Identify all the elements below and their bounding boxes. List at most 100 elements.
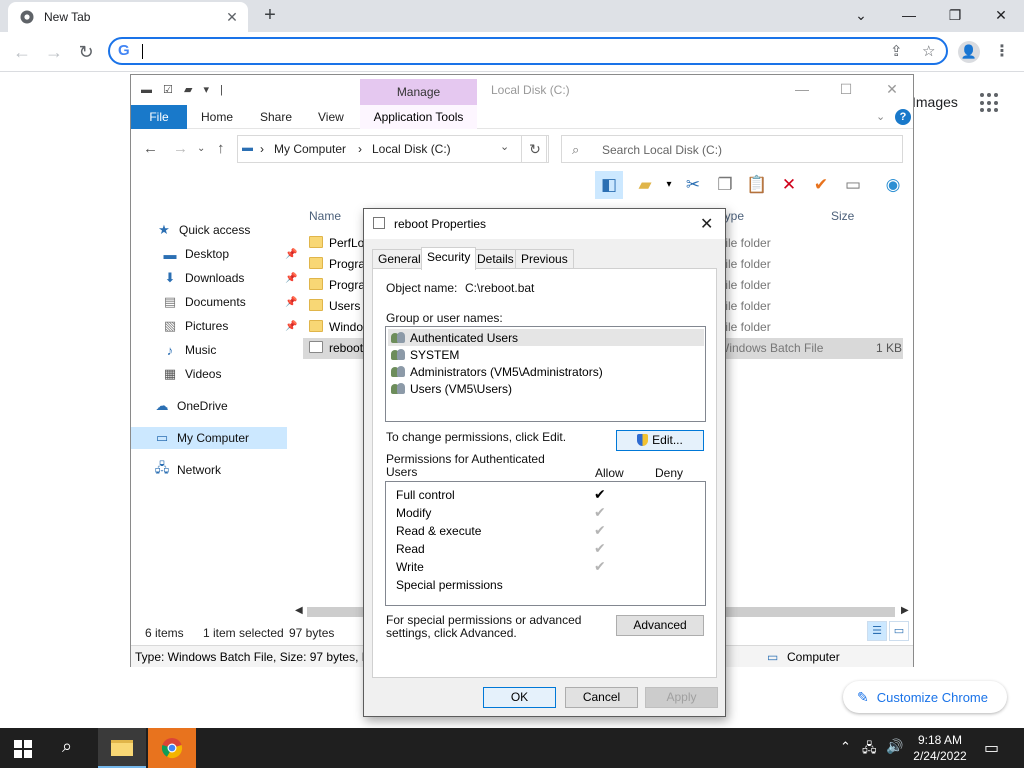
- cut-icon[interactable]: ✂: [679, 171, 707, 199]
- back-icon[interactable]: ←: [10, 40, 34, 64]
- explorer-address-bar[interactable]: ▬ › My Computer › Local Disk (C:) ⌄: [237, 135, 547, 163]
- forward-icon[interactable]: →: [42, 40, 66, 64]
- address-dropdown-icon[interactable]: ⌄: [500, 140, 509, 153]
- search-icon[interactable]: ⌕: [62, 736, 72, 757]
- address-sep-2[interactable]: ›: [358, 142, 362, 156]
- star-icon[interactable]: ☆: [922, 42, 935, 60]
- advanced-button[interactable]: Advanced: [616, 615, 704, 636]
- application-tools-tab[interactable]: Application Tools: [360, 105, 477, 129]
- properties-icon[interactable]: ▭: [839, 171, 867, 199]
- nav-downloads[interactable]: ⬇ Downloads 📌: [161, 267, 298, 289]
- up-icon[interactable]: ↑: [217, 140, 225, 157]
- help-icon[interactable]: ?: [895, 109, 911, 125]
- apps-grid-icon[interactable]: [980, 93, 1000, 113]
- chevron-up-icon[interactable]: ⌃: [840, 739, 851, 755]
- view-tab[interactable]: View: [318, 110, 344, 124]
- details-computer: Computer: [787, 650, 840, 664]
- nav-documents[interactable]: ▤ Documents 📌: [161, 291, 298, 313]
- clock[interactable]: 9:18 AM 2/24/2022: [910, 732, 970, 764]
- quick-access-toolbar[interactable]: ▬ ☑ ▰ ▾ |: [141, 83, 227, 96]
- tab-close-icon[interactable]: ✕: [222, 9, 242, 26]
- user-row-selected[interactable]: Authenticated Users: [388, 329, 704, 346]
- nav-music[interactable]: ♪ Music: [161, 339, 217, 361]
- google-icon: G: [118, 42, 130, 59]
- tab-security[interactable]: Security: [421, 247, 477, 270]
- dialog-close-icon[interactable]: ✕: [700, 214, 713, 234]
- user-row[interactable]: Users (VM5\Users): [388, 380, 704, 397]
- share-tab[interactable]: Share: [260, 110, 292, 124]
- scroll-left-icon[interactable]: ◀: [295, 605, 303, 616]
- edit-button[interactable]: Edit...: [616, 430, 704, 451]
- tab-previous-versions[interactable]: Previous Versions: [515, 249, 574, 280]
- manage-tab[interactable]: Manage: [360, 79, 477, 105]
- refresh-button[interactable]: ↻: [521, 135, 549, 163]
- tab-search-icon[interactable]: ⌄: [846, 4, 876, 26]
- explorer-search-input[interactable]: ⌕ Search Local Disk (C:): [561, 135, 903, 163]
- pin-icon[interactable]: 📌: [285, 249, 297, 260]
- nav-onedrive[interactable]: ☁ OneDrive: [153, 395, 228, 417]
- pictures-icon: ▧: [163, 318, 177, 333]
- explorer-minimize-button[interactable]: —: [787, 81, 817, 97]
- user-row[interactable]: SYSTEM: [388, 346, 704, 363]
- tab-new-tab[interactable]: New Tab ✕: [8, 2, 248, 32]
- explorer-close-button[interactable]: ✕: [877, 81, 907, 98]
- nav-desktop[interactable]: ▬ Desktop 📌: [161, 243, 298, 265]
- window-minimize-button[interactable]: —: [894, 4, 924, 26]
- user-list[interactable]: Authenticated Users SYSTEM Administrator…: [385, 326, 706, 422]
- explorer-forward-icon[interactable]: →: [173, 140, 188, 157]
- network-icon[interactable]: 🖧: [862, 739, 877, 761]
- file-explorer-icon[interactable]: [98, 728, 146, 768]
- share-icon[interactable]: ⇪: [890, 42, 903, 60]
- details-view-icon[interactable]: ☰: [867, 621, 887, 641]
- paste-icon[interactable]: 📋: [743, 171, 771, 199]
- ribbon-expand-icon[interactable]: ⌄: [876, 110, 885, 123]
- nav-my-computer[interactable]: ▭ My Computer: [131, 427, 287, 449]
- tab-details[interactable]: Details: [471, 249, 520, 269]
- column-size[interactable]: Size: [831, 209, 854, 223]
- address-sep-1[interactable]: ›: [260, 142, 264, 156]
- address-my-computer[interactable]: My Computer: [274, 142, 346, 156]
- folder-icon: [309, 278, 323, 290]
- menu-icon[interactable]: ⋮: [994, 41, 1010, 61]
- cancel-button[interactable]: Cancel: [565, 687, 638, 708]
- reload-icon[interactable]: ↻: [74, 40, 98, 64]
- scroll-right-icon[interactable]: ▶: [901, 605, 909, 616]
- recent-locations-icon[interactable]: ⌄: [197, 143, 205, 154]
- column-name[interactable]: Name: [309, 209, 341, 223]
- new-tab-button[interactable]: +: [258, 4, 282, 27]
- globe-icon[interactable]: ◉: [879, 171, 907, 199]
- volume-icon[interactable]: 🔊: [886, 738, 903, 755]
- pin-icon[interactable]: 📌: [285, 297, 297, 308]
- ok-button[interactable]: OK: [483, 687, 556, 708]
- start-icon[interactable]: [14, 740, 32, 758]
- home-tab[interactable]: Home: [201, 110, 233, 124]
- permission-row: Read ✔: [396, 540, 606, 556]
- explorer-maximize-button[interactable]: ☐: [831, 81, 861, 98]
- delete-icon[interactable]: ✕: [775, 171, 803, 199]
- nav-pictures[interactable]: ▧ Pictures 📌: [161, 315, 298, 337]
- user-row[interactable]: Administrators (VM5\Administrators): [388, 363, 704, 380]
- nav-network[interactable]: 🖧 Network: [153, 459, 221, 481]
- selected-count: 1 item selected: [203, 626, 284, 640]
- address-local-disk[interactable]: Local Disk (C:): [372, 142, 451, 156]
- profile-icon[interactable]: 👤: [958, 41, 980, 63]
- explorer-back-icon[interactable]: ←: [143, 140, 158, 157]
- pin-icon[interactable]: 📌: [285, 273, 297, 284]
- chrome-icon[interactable]: [148, 728, 196, 768]
- apply-button[interactable]: Apply: [645, 687, 718, 708]
- nav-quick-access[interactable]: ★ Quick access: [155, 219, 250, 241]
- address-bar[interactable]: G ⇪ ☆: [108, 37, 948, 65]
- window-restore-button[interactable]: ❐: [940, 4, 970, 26]
- large-icons-view-icon[interactable]: ▭: [889, 621, 909, 641]
- pin-icon[interactable]: 📌: [285, 321, 297, 332]
- tab-general[interactable]: General: [372, 249, 427, 269]
- window-close-button[interactable]: ✕: [986, 4, 1016, 26]
- customize-chrome-button[interactable]: ✎ Customize Chrome: [843, 681, 1007, 713]
- preview-pane-icon[interactable]: ◧: [595, 171, 623, 199]
- file-tab[interactable]: File: [131, 105, 187, 129]
- rename-icon[interactable]: ✔: [807, 171, 835, 199]
- notification-icon[interactable]: ▭: [984, 738, 999, 758]
- nav-videos[interactable]: ▦ Videos: [161, 363, 222, 385]
- images-link[interactable]: Images: [912, 94, 958, 110]
- copy-icon[interactable]: ❐: [711, 171, 739, 199]
